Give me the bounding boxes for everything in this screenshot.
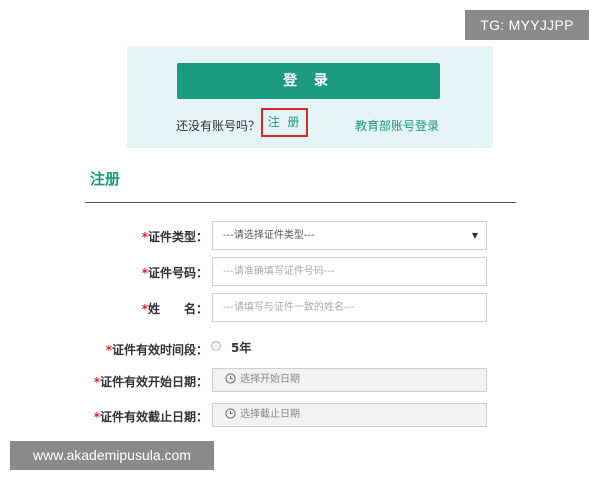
edu-account-login-link[interactable]: 教育部账号登录	[355, 117, 439, 134]
section-divider	[85, 202, 516, 203]
watermark-site: www.akademipusula.com	[10, 441, 214, 470]
end-date-label: *证件有效截止日期：	[94, 408, 208, 425]
start-date-label: *证件有效开始日期：	[94, 373, 208, 390]
id-type-label: *证件类型：	[142, 228, 208, 245]
id-type-selected-value: ---请选择证件类型---	[223, 230, 315, 241]
login-panel: 登 录 还没有账号吗？ 注 册 教育部账号登录	[127, 46, 493, 148]
name-label-given: 名：	[183, 302, 208, 316]
start-date-picker[interactable]: 选择开始日期	[212, 368, 487, 392]
id-type-row: *证件类型： ---请选择证件类型--- ▼	[0, 221, 600, 251]
end-date-row: *证件有效截止日期： 选择截止日期	[0, 403, 600, 433]
validity-label-text: 证件有效时间段：	[111, 343, 208, 357]
id-type-select[interactable]: ---请选择证件类型--- ▼	[212, 221, 487, 250]
clock-icon	[225, 407, 236, 419]
no-account-text: 还没有账号吗？	[176, 119, 261, 133]
clock-icon	[225, 372, 236, 384]
name-row: *姓 名：	[0, 293, 600, 323]
name-label-surname: 姓	[147, 302, 160, 316]
name-input[interactable]	[212, 293, 487, 322]
validity-label: *证件有效时间段：	[106, 341, 208, 358]
watermark-telegram: TG: MYYJJPP	[465, 10, 589, 40]
register-section-title: 注册	[90, 170, 121, 188]
id-type-label-text: 证件类型：	[147, 230, 208, 244]
end-date-placeholder: 选择截止日期	[240, 409, 300, 420]
id-number-label-text: 证件号码：	[147, 266, 208, 280]
end-date-label-text: 证件有效截止日期：	[99, 410, 208, 424]
register-link[interactable]: 注 册	[261, 108, 308, 137]
id-number-row: *证件号码：	[0, 257, 600, 287]
end-date-picker[interactable]: 选择截止日期	[212, 403, 487, 427]
radio-unchecked-icon[interactable]	[211, 341, 221, 351]
start-date-label-text: 证件有效开始日期：	[99, 375, 208, 389]
name-label: *姓 名：	[142, 300, 208, 317]
caret-down-icon: ▼	[471, 231, 478, 240]
id-number-label: *证件号码：	[142, 264, 208, 281]
validity-option-label: 5年	[231, 341, 252, 355]
start-date-row: *证件有效开始日期： 选择开始日期	[0, 368, 600, 398]
id-number-input[interactable]	[212, 257, 487, 286]
start-date-placeholder: 选择开始日期	[240, 374, 300, 385]
validity-row: *证件有效时间段： 5年	[0, 334, 600, 364]
login-button[interactable]: 登 录	[177, 63, 440, 99]
